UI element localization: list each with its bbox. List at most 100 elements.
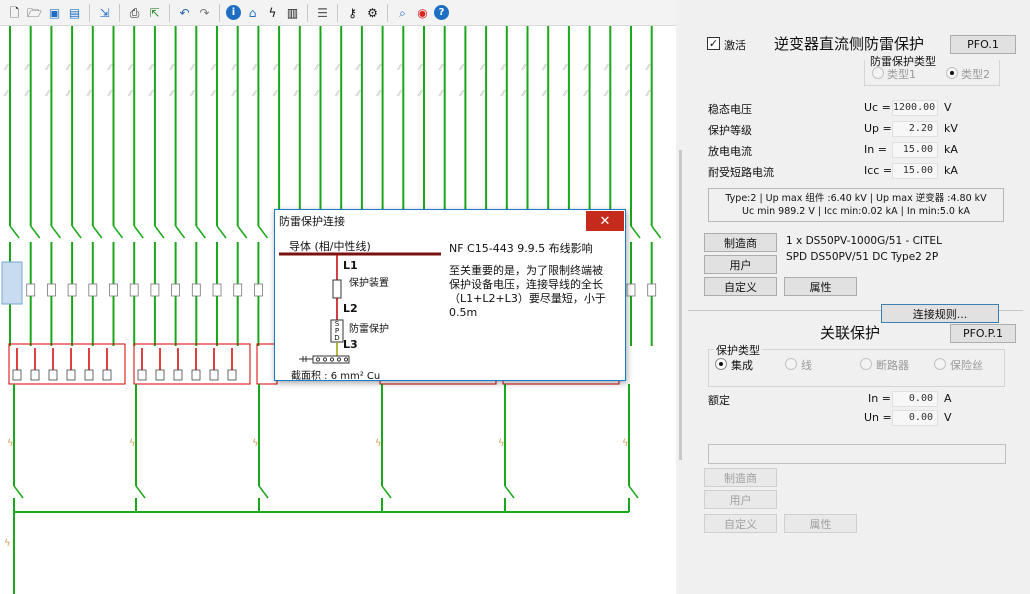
custom-button-disabled[interactable]: 自定义 bbox=[704, 514, 777, 533]
properties-button-disabled[interactable]: 属性 bbox=[784, 514, 857, 533]
toolbar-separator bbox=[89, 3, 90, 22]
breaker-label: 断路器 bbox=[876, 359, 909, 372]
pfop-button[interactable]: PFO.P.1 bbox=[950, 324, 1016, 343]
export-icon[interactable]: ⇱ bbox=[146, 4, 163, 21]
output-switch bbox=[381, 485, 392, 499]
param-unit: kA bbox=[944, 143, 958, 156]
spd-box bbox=[171, 283, 181, 297]
string-marker: ⁄⁄ bbox=[272, 89, 278, 98]
norm-title: NF C15-443 9.9.5 布线影响 bbox=[449, 242, 593, 255]
fuse-symbol bbox=[30, 369, 40, 381]
conductor-label: 导体 (相/中性线) bbox=[289, 240, 371, 253]
pfo-button[interactable]: PFO.1 bbox=[950, 35, 1016, 54]
string-marker: ⁄⁄ bbox=[231, 63, 237, 72]
string-marker: ⁄⁄ bbox=[396, 63, 402, 72]
toolbar-separator bbox=[119, 3, 120, 22]
l3-label: L3 bbox=[343, 338, 358, 351]
lightning-marker: ϟ bbox=[7, 438, 14, 449]
string-marker: ⁄⁄ bbox=[458, 63, 464, 72]
up-value-field[interactable]: 2.20 bbox=[892, 121, 938, 137]
import-icon[interactable]: ⇲ bbox=[96, 4, 113, 21]
icc-value-field[interactable]: 15.00 bbox=[892, 163, 938, 179]
un-symbol: Un = bbox=[864, 411, 892, 424]
uc-value-field[interactable]: 1200.00 bbox=[892, 100, 938, 116]
string-marker: ⁄⁄ bbox=[210, 63, 216, 72]
connection-rules-button[interactable]: 连接规则... bbox=[881, 304, 999, 323]
wiring-diagram bbox=[279, 252, 441, 364]
switch-blade bbox=[30, 225, 41, 239]
print-icon[interactable]: ⎙ bbox=[126, 4, 143, 21]
fuse-symbol bbox=[84, 369, 94, 381]
new-file-icon[interactable]: 🗋 bbox=[6, 4, 23, 21]
dialog-titlebar[interactable]: 防雷保护连接 bbox=[275, 210, 625, 232]
save-as-icon[interactable]: ▤ bbox=[66, 4, 83, 21]
line-radio[interactable] bbox=[785, 357, 797, 370]
output-switch bbox=[504, 485, 515, 499]
custom-button[interactable]: 自定义 bbox=[704, 277, 777, 296]
in-value-field[interactable]: 15.00 bbox=[892, 142, 938, 158]
string-marker: ⁄⁄ bbox=[127, 63, 133, 72]
home-icon[interactable]: ⌂ bbox=[244, 4, 261, 21]
fuse-symbol bbox=[227, 369, 237, 381]
string-marker: ⁄⁄ bbox=[562, 89, 568, 98]
summary-box: Type:2 | Up max 组件 :6.40 kV | Up max 逆变器… bbox=[708, 188, 1004, 222]
redo-icon[interactable]: ↷ bbox=[196, 4, 213, 21]
string-marker: ⁄⁄ bbox=[376, 89, 382, 98]
earth-terminal-bar bbox=[312, 355, 350, 364]
string-marker: ⁄⁄ bbox=[541, 89, 547, 98]
help-icon[interactable]: ? bbox=[434, 5, 449, 20]
protective-device-label: 保护装置 bbox=[349, 278, 389, 289]
string-marker: ⁄⁄ bbox=[479, 63, 485, 72]
manufacturer-button[interactable]: 制造商 bbox=[704, 233, 777, 252]
string-marker: ⁄⁄ bbox=[127, 89, 133, 98]
close-button[interactable]: ✕ bbox=[586, 211, 624, 231]
wrench-icon[interactable]: ⚷ bbox=[344, 4, 361, 21]
gear-icon[interactable]: ⚙ bbox=[364, 4, 381, 21]
panel-scrollbar[interactable] bbox=[679, 150, 682, 460]
string-marker: ⁄⁄ bbox=[107, 89, 113, 98]
chart-icon[interactable]: ▥ bbox=[284, 4, 301, 21]
switch-blade bbox=[71, 225, 82, 239]
switch-blade bbox=[9, 225, 20, 239]
string-marker: ⁄⁄ bbox=[355, 63, 361, 72]
activate-checkbox[interactable]: ✓ bbox=[707, 37, 720, 50]
open-folder-icon[interactable]: 🗁 bbox=[26, 4, 43, 21]
string-marker: ⁄⁄ bbox=[86, 63, 92, 72]
protective-device-symbol bbox=[332, 279, 342, 299]
rated-voltage-field[interactable]: 0.00 bbox=[892, 410, 938, 426]
manufacturer-button-disabled[interactable]: 制造商 bbox=[704, 468, 777, 487]
string-marker: ⁄⁄ bbox=[624, 89, 630, 98]
toolbar-separator bbox=[307, 3, 308, 22]
param-unit: kV bbox=[944, 122, 958, 135]
switch-blade bbox=[630, 225, 641, 239]
string-marker: ⁄⁄ bbox=[293, 89, 299, 98]
user-button-disabled[interactable]: 用户 bbox=[704, 490, 777, 509]
param-symbol: In = bbox=[864, 143, 887, 156]
zoom-icon[interactable]: ⌕ bbox=[394, 4, 411, 21]
l2-label: L2 bbox=[343, 302, 358, 315]
string-marker: ⁄⁄ bbox=[562, 63, 568, 72]
undo-icon[interactable]: ↶ bbox=[176, 4, 193, 21]
string-marker: ⁄⁄ bbox=[86, 89, 92, 98]
save-icon[interactable]: ▣ bbox=[46, 4, 63, 21]
properties-button[interactable]: 属性 bbox=[784, 277, 857, 296]
string-marker: ⁄⁄ bbox=[438, 63, 444, 72]
integrated-radio[interactable] bbox=[715, 357, 727, 370]
type2-radio[interactable] bbox=[946, 66, 958, 79]
string-marker: ⁄⁄ bbox=[376, 63, 382, 72]
help-ring-icon[interactable]: ◉ bbox=[414, 4, 431, 21]
summary-line1: Type:2 | Up max 组件 :6.40 kV | Up max 逆变器… bbox=[725, 193, 987, 204]
lightning-icon[interactable]: ϟ bbox=[264, 4, 281, 21]
param-unit: kA bbox=[944, 164, 958, 177]
user-button[interactable]: 用户 bbox=[704, 255, 777, 274]
database-icon[interactable]: ☰ bbox=[314, 4, 331, 21]
string-marker: ⁄⁄ bbox=[603, 63, 609, 72]
param-name: 保护等级 bbox=[708, 124, 752, 137]
fuse-radio[interactable] bbox=[934, 357, 946, 370]
rated-current-field[interactable]: 0.00 bbox=[892, 391, 938, 407]
param-name: 稳态电压 bbox=[708, 103, 752, 116]
lightning-marker: ϟ bbox=[498, 438, 505, 449]
info-icon[interactable]: i bbox=[226, 5, 241, 20]
breaker-radio[interactable] bbox=[860, 357, 872, 370]
type1-radio[interactable] bbox=[872, 66, 884, 79]
